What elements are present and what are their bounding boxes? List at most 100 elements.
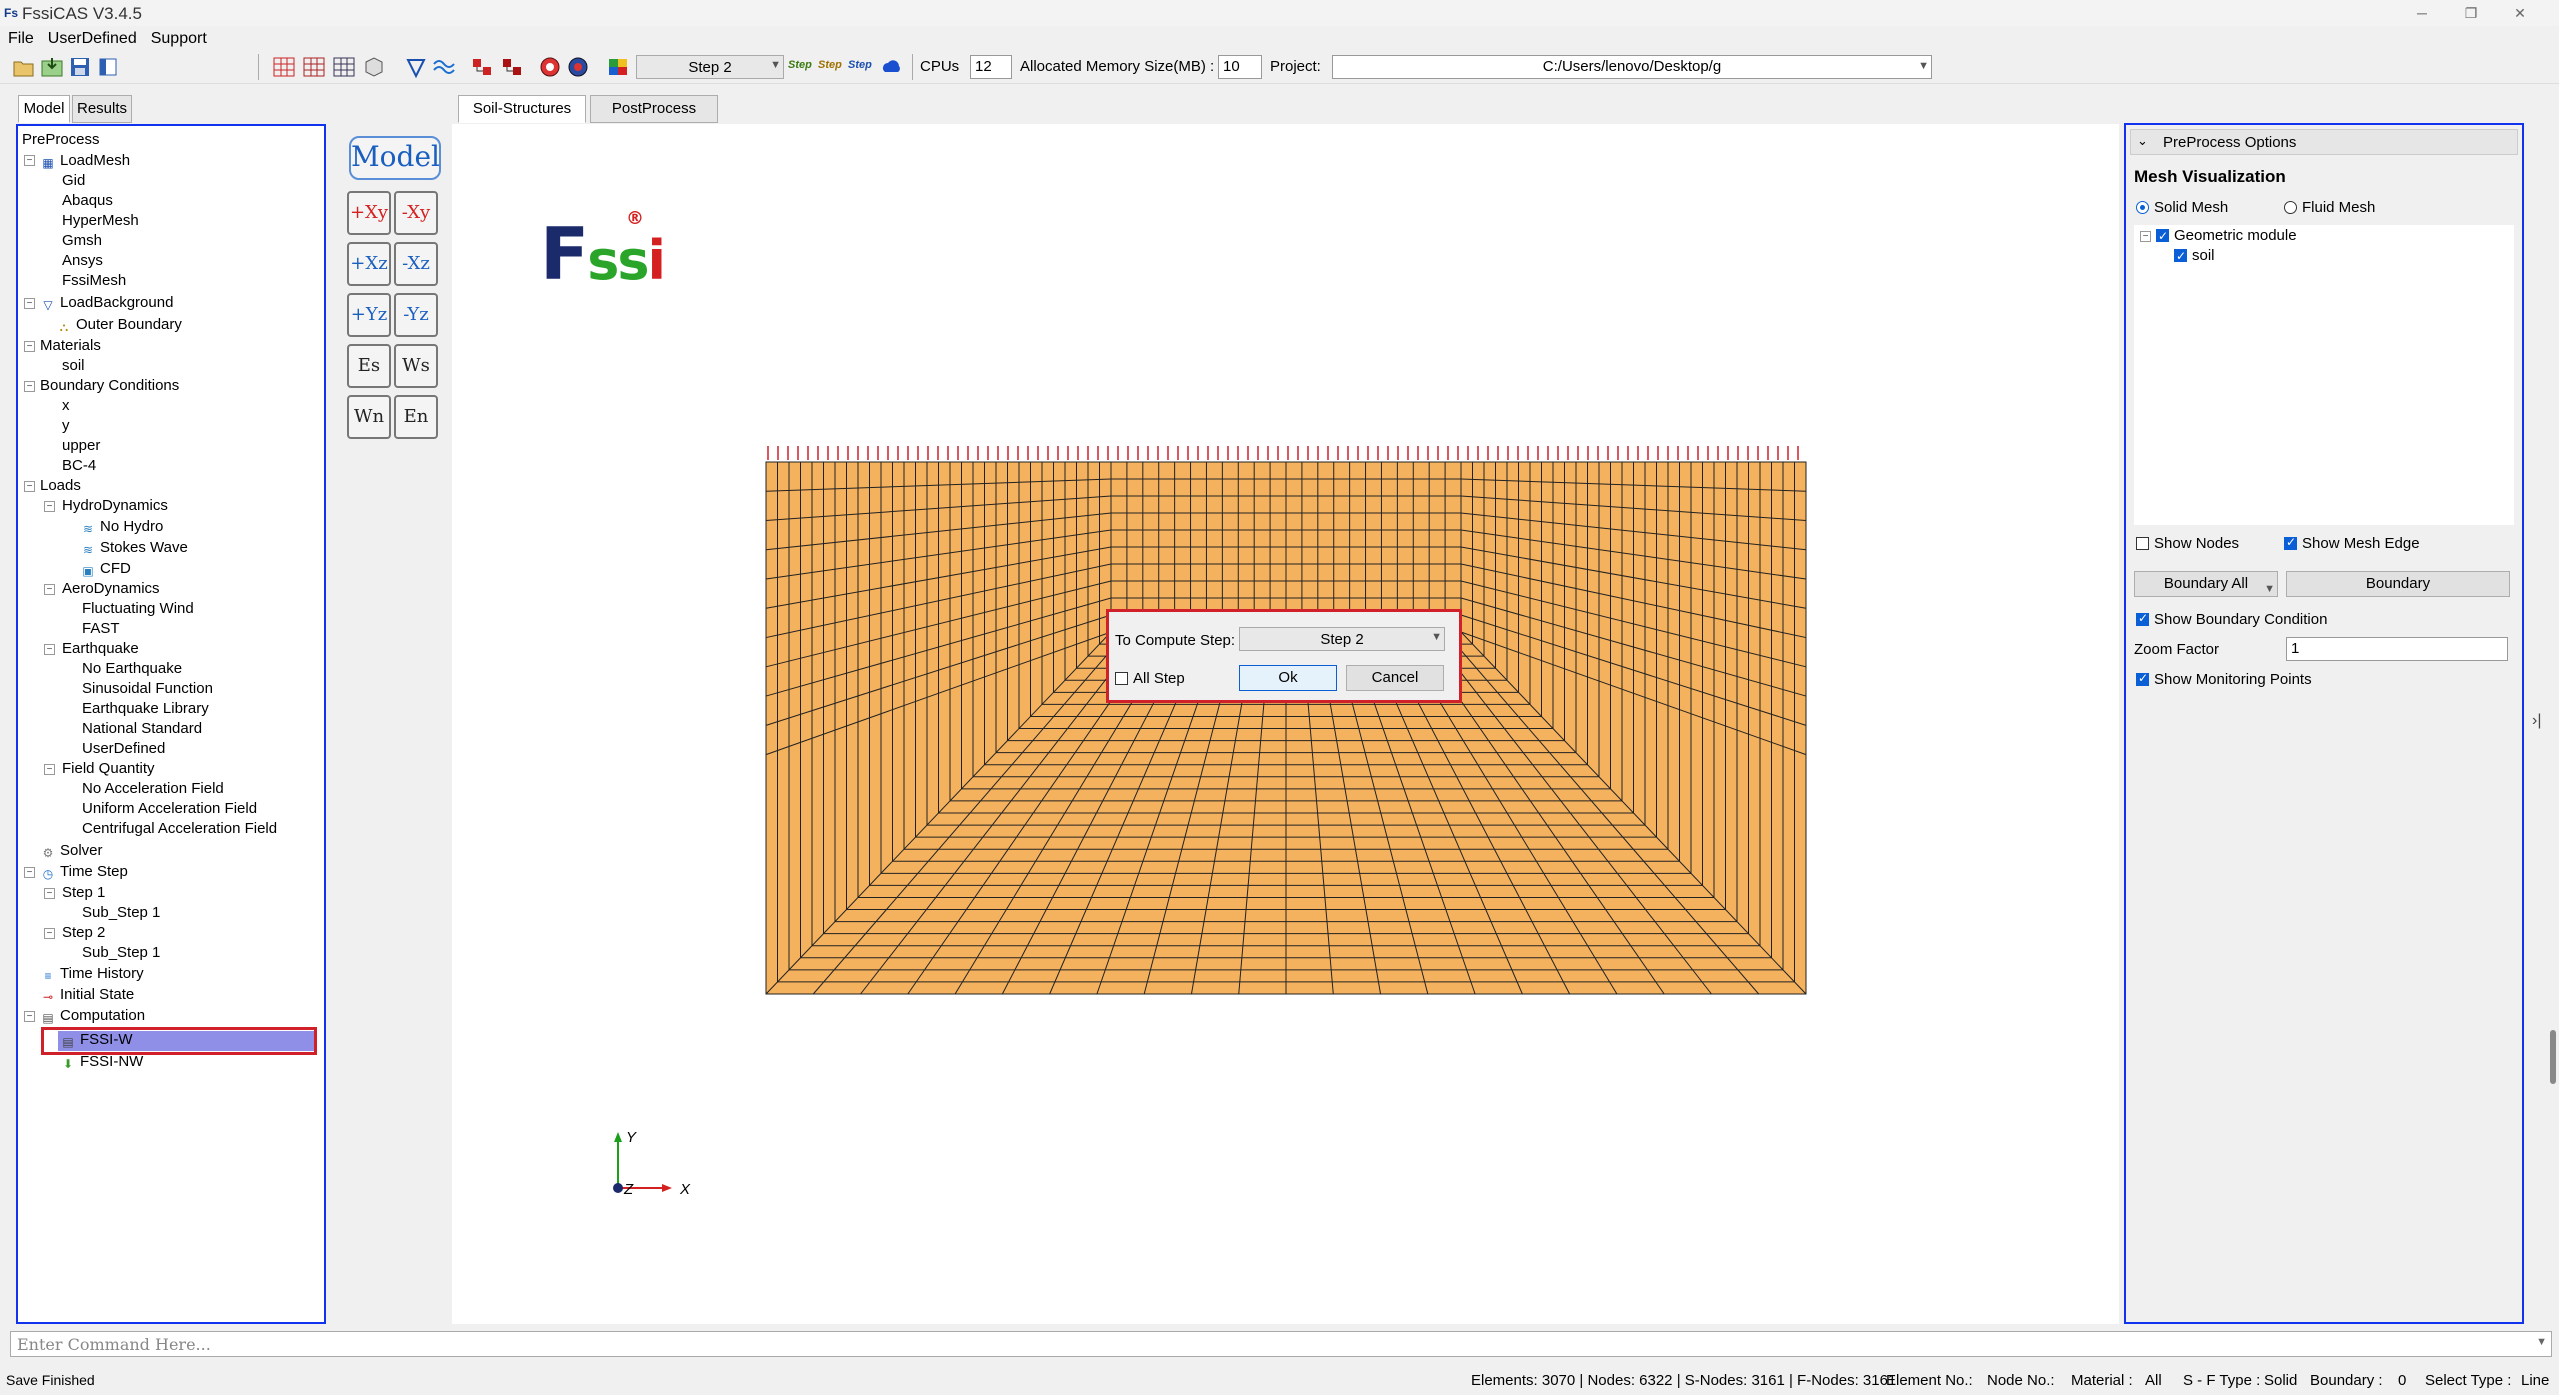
project-path-select[interactable]: C:/Users/lenovo/Desktop/g ▼ (1332, 55, 1932, 79)
tree-item-soil[interactable]: soil (62, 357, 85, 375)
step-run-button[interactable]: Step (788, 59, 812, 71)
tree-item-bc-4[interactable]: BC-4 (62, 457, 96, 475)
tree-item-step-2[interactable]: Step 2 (62, 924, 105, 942)
tree-item-abaqus[interactable]: Abaqus (62, 192, 113, 210)
tree-item-time-step[interactable]: ◷ Time Step (40, 863, 128, 881)
tree-item-outer-boundary[interactable]: ⛬ Outer Boundary (56, 316, 182, 334)
tree-item-loads[interactable]: Loads (40, 477, 81, 495)
ok-button[interactable]: Ok (1239, 665, 1337, 691)
tree-item-loadbackground[interactable]: ▽ LoadBackground (40, 294, 173, 312)
compute-step-select[interactable]: Step 2 ▼ (1239, 627, 1445, 651)
view-plus-xz-button[interactable]: +Xz (347, 242, 391, 286)
cpus-input[interactable]: 12 (970, 55, 1012, 79)
collapse-icon[interactable]: − (44, 644, 55, 655)
fluid-mesh-radio[interactable]: Fluid Mesh (2284, 199, 2375, 216)
tree-item-centrifugal-acceleration-field[interactable]: Centrifugal Acceleration Field (82, 820, 277, 838)
panel-toggle-icon[interactable] (96, 56, 120, 78)
load-wave-icon[interactable] (432, 56, 456, 78)
collapse-icon[interactable]: − (44, 584, 55, 595)
collapse-icon[interactable]: − (44, 764, 55, 775)
tree-item-step-1[interactable]: Step 1 (62, 884, 105, 902)
tree-item-gmsh[interactable]: Gmsh (62, 232, 102, 250)
tab-model[interactable]: Model (18, 95, 70, 123)
memory-input[interactable]: 10 (1218, 55, 1262, 79)
tree-item-computation[interactable]: ▤ Computation (40, 1007, 145, 1025)
tree-item-no-earthquake[interactable]: No Earthquake (82, 660, 182, 678)
node-pair-icon[interactable] (500, 56, 524, 78)
node-red-icon[interactable] (470, 56, 494, 78)
tree-item-sinusoidal-function[interactable]: Sinusoidal Function (82, 680, 213, 698)
model-view-button[interactable]: Model (349, 136, 441, 180)
collapse-icon[interactable]: − (44, 501, 55, 512)
tree-item-fssi-nw[interactable]: ⬇ FSSI-NW (60, 1053, 143, 1071)
panel-header[interactable]: ⌄ PreProcess Options (2130, 129, 2518, 155)
tree-item-no-acceleration-field[interactable]: No Acceleration Field (82, 780, 224, 798)
view-minus-xz-button[interactable]: -Xz (394, 242, 438, 286)
step-select[interactable]: Step 2 ▼ (636, 55, 784, 79)
tree-item-initial-state[interactable]: ⊸ Initial State (40, 986, 134, 1004)
restore-icon[interactable]: ❐ (2458, 3, 2484, 23)
tree-item-bc-y[interactable]: y (62, 417, 70, 435)
tree-item-fssimesh[interactable]: FssiMesh (62, 272, 126, 290)
tab-soil-structures[interactable]: Soil-Structures (458, 95, 586, 123)
boundary-all-select[interactable]: Boundary All ▼ (2134, 571, 2278, 597)
view-en-button[interactable]: En (394, 395, 438, 439)
mesh-grid-blue-icon[interactable] (332, 56, 356, 78)
panel-collapse-icon[interactable]: ›| (2532, 712, 2541, 730)
tree-item-ansys[interactable]: Ansys (62, 252, 103, 270)
tree-item-hypermesh[interactable]: HyperMesh (62, 212, 139, 230)
cloud-compute-icon[interactable] (880, 56, 904, 78)
tree-item-aerodynamics[interactable]: AeroDynamics (62, 580, 160, 598)
tree-item-bc-x[interactable]: x (62, 397, 70, 415)
tree-item-time-history[interactable]: ≡ Time History (40, 965, 143, 983)
solid-mesh-radio[interactable]: Solid Mesh (2136, 199, 2228, 216)
all-step-checkbox[interactable]: All Step (1115, 670, 1185, 687)
tree-item-fluctuating-wind[interactable]: Fluctuating Wind (82, 600, 194, 618)
view-wn-button[interactable]: Wn (347, 395, 391, 439)
boundary-arrow-icon[interactable] (404, 56, 428, 78)
scrollbar[interactable] (2550, 1030, 2556, 1084)
collapse-icon[interactable]: − (44, 888, 55, 899)
collapse-icon[interactable]: − (24, 341, 35, 352)
tree-item-cfd[interactable]: ▣ CFD (80, 560, 131, 578)
tree-item-fast[interactable]: FAST (82, 620, 120, 638)
collapse-icon[interactable]: − (2140, 231, 2151, 242)
color-map-icon[interactable] (606, 56, 630, 78)
tree-item-gid[interactable]: Gid (62, 172, 85, 190)
geometric-module-checkbox[interactable]: Geometric module (2156, 227, 2297, 245)
cancel-button[interactable]: Cancel (1346, 665, 1444, 691)
tree-item-national-standard[interactable]: National Standard (82, 720, 202, 738)
tree-item-loadmesh[interactable]: ▦ LoadMesh (40, 152, 130, 170)
tree-item-bc-upper[interactable]: upper (62, 437, 100, 455)
view-ws-button[interactable]: Ws (394, 344, 438, 388)
step-continue-button[interactable]: Step (818, 59, 842, 71)
tree-item-earthquake[interactable]: Earthquake (62, 640, 139, 658)
collapse-icon[interactable]: − (44, 928, 55, 939)
tree-item-field-quantity[interactable]: Field Quantity (62, 760, 155, 778)
collapse-icon[interactable]: − (24, 1011, 35, 1022)
view-plus-yz-button[interactable]: +Yz (347, 293, 391, 337)
collapse-icon[interactable]: − (24, 155, 35, 166)
sphere-red-icon[interactable] (538, 56, 562, 78)
tab-postprocess[interactable]: PostProcess (590, 95, 718, 123)
collapse-icon[interactable]: − (24, 481, 35, 492)
tree-item-fssi-w[interactable]: ▤ FSSI-W (60, 1031, 132, 1049)
tab-results[interactable]: Results (72, 95, 132, 123)
tree-item-solver[interactable]: ⚙ Solver (40, 842, 103, 860)
tree-item-uniform-acceleration-field[interactable]: Uniform Acceleration Field (82, 800, 257, 818)
mesh-grid-red-icon[interactable] (272, 56, 296, 78)
import-icon[interactable] (40, 56, 64, 78)
menu-userdefined[interactable]: UserDefined (40, 26, 143, 50)
step-stop-button[interactable]: Step (848, 59, 872, 71)
tree-root-preprocess[interactable]: PreProcess (22, 131, 100, 149)
mesh-3d-icon[interactable] (362, 56, 386, 78)
collapse-icon[interactable]: − (24, 298, 35, 309)
close-icon[interactable]: ✕ (2507, 3, 2533, 23)
view-plus-xy-button[interactable]: +Xy (347, 191, 391, 235)
view-minus-xy-button[interactable]: -Xy (394, 191, 438, 235)
tree-item-userdefined[interactable]: UserDefined (82, 740, 165, 758)
command-input[interactable]: Enter Command Here... ▼ (10, 1331, 2552, 1357)
view-minus-yz-button[interactable]: -Yz (394, 293, 438, 337)
sphere-icon[interactable] (566, 56, 590, 78)
menu-support[interactable]: Support (143, 26, 213, 50)
